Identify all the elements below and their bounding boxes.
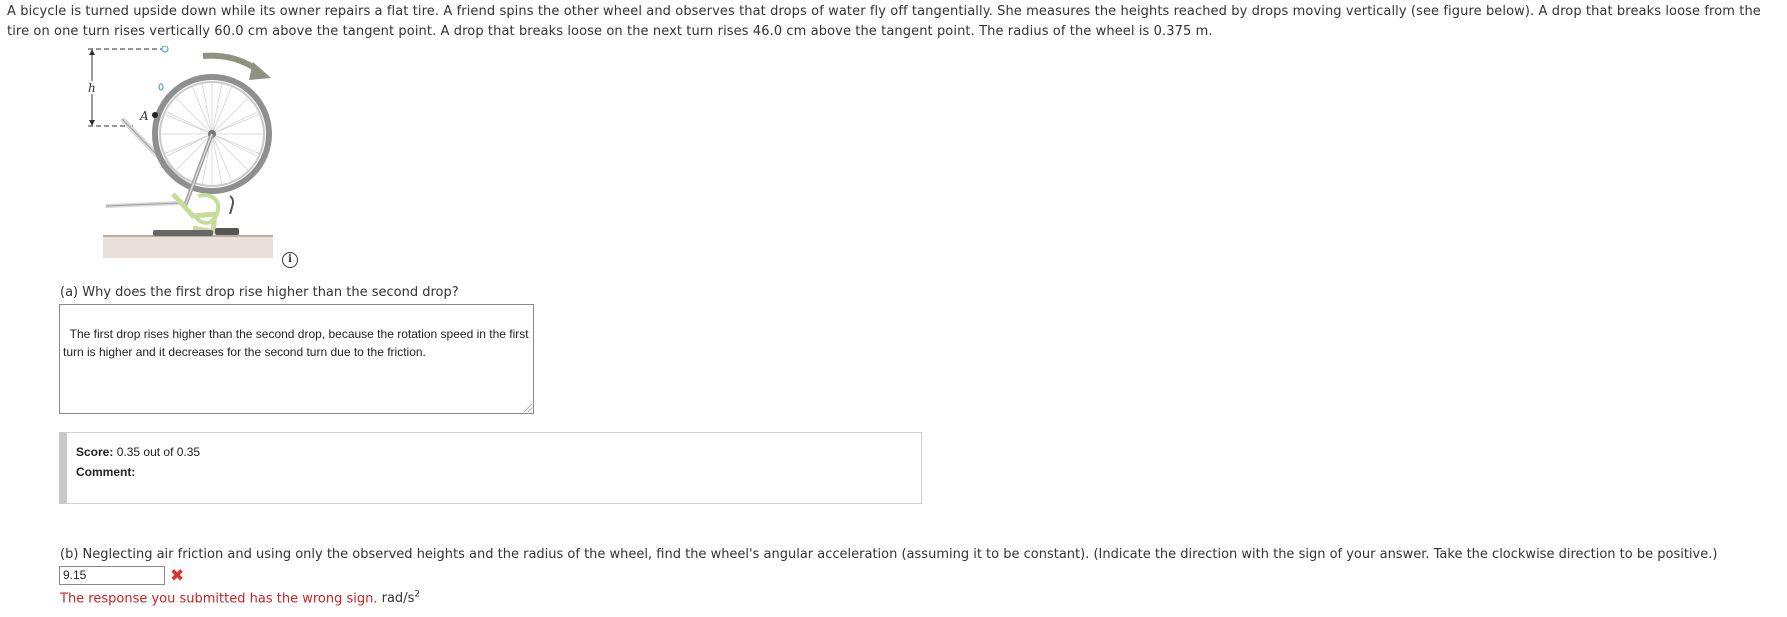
- score-label: Score:: [76, 445, 114, 459]
- drop-marker: [158, 83, 164, 91]
- info-icon[interactable]: i: [282, 252, 298, 268]
- comment-label: Comment:: [76, 465, 136, 479]
- score-value: 0.35 out of 0.35: [116, 445, 201, 459]
- bicycle-wheel-diagram: h A: [88, 45, 273, 258]
- answer-a-textarea[interactable]: The first drop rises higher than the sec…: [59, 304, 534, 414]
- answer-a-text: The first drop rises higher than the sec…: [63, 327, 532, 359]
- resize-grip-icon[interactable]: [524, 404, 532, 412]
- question-b-label: (b) Neglecting air friction and using on…: [60, 547, 1718, 562]
- feedback-line: The response you submitted has the wrong…: [60, 590, 420, 606]
- feedback-message: The response you submitted has the wrong…: [60, 591, 378, 607]
- h-label: h: [88, 81, 96, 95]
- point-a-marker: [152, 112, 158, 118]
- problem-statement: A bicycle is turned upside down while it…: [7, 4, 1761, 39]
- score-line: Score: 0.35 out of 0.35: [76, 445, 200, 459]
- question-a-label: (a) Why does the first drop rise higher …: [60, 285, 459, 300]
- ground-shape: [103, 236, 273, 258]
- unit-exponent: 2: [414, 590, 421, 600]
- bicycle-wheel-figure: h A: [85, 45, 315, 261]
- drop-top-marker: [161, 45, 169, 53]
- unit-text: rad/s: [381, 591, 415, 607]
- a-label: A: [139, 109, 149, 123]
- answer-b-input[interactable]: 9.15: [59, 566, 165, 585]
- unit-label: rad/s2: [381, 590, 421, 607]
- wrong-x-icon: ✖: [170, 566, 185, 586]
- score-panel: Score: 0.35 out of 0.35 Comment:: [59, 432, 922, 504]
- handlebar-shape: [153, 230, 213, 236]
